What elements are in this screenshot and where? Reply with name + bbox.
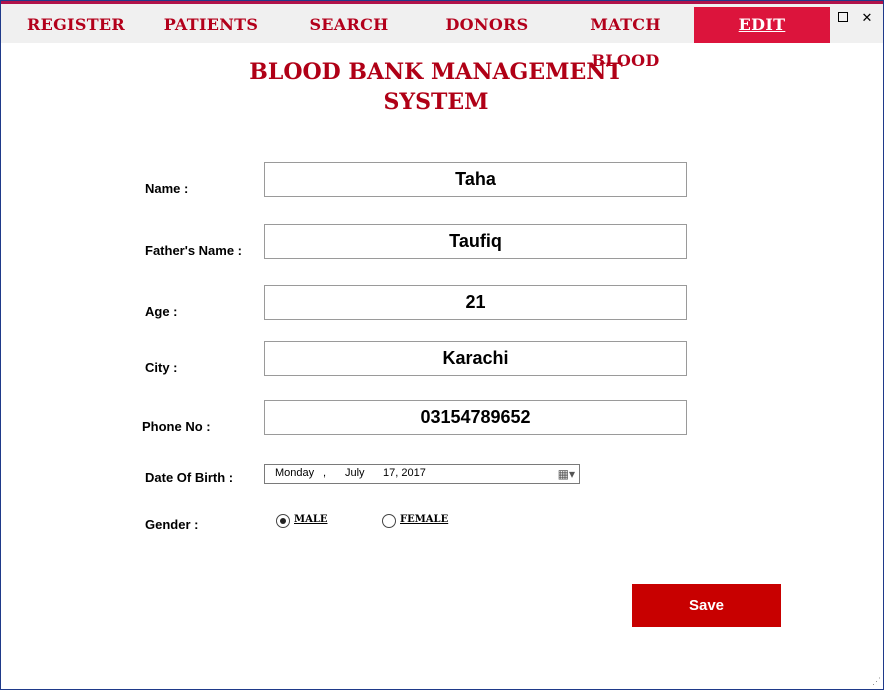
nav-edit[interactable]: EDIT [694, 7, 830, 43]
page-title: BLOOD BANK MANAGEMENT SYSTEM [236, 57, 636, 117]
age-field[interactable] [264, 285, 687, 320]
dob-month: July [345, 467, 365, 479]
nav-donors[interactable]: DONORS [427, 7, 547, 43]
close-button[interactable]: ✕ [859, 10, 875, 26]
resize-grip-icon[interactable]: ⋰ [872, 676, 881, 687]
phone-label: Phone No : [142, 419, 211, 434]
city-label: City : [145, 360, 178, 375]
title-line-2: SYSTEM [383, 89, 489, 115]
nav-match-blood[interactable]: MATCH BLOOD [559, 7, 692, 70]
gender-label: Gender : [145, 517, 199, 532]
phone-field[interactable] [264, 400, 687, 435]
dob-datepicker[interactable]: Monday , July 17, 2017 ▦▾ [264, 464, 580, 484]
nav-patients[interactable]: PATIENTS [151, 7, 271, 43]
name-label: Name : [145, 181, 189, 196]
father-name-label: Father's Name : [145, 243, 243, 258]
nav-bar: REGISTER PATIENTS SEARCH DONORS MATCH BL… [1, 4, 883, 70]
name-field[interactable] [264, 162, 687, 197]
age-label: Age : [145, 304, 178, 319]
title-line-1: BLOOD BANK MANAGEMENT [249, 59, 623, 85]
male-radio-label[interactable]: MALE [294, 514, 327, 525]
calendar-dropdown-icon[interactable]: ▦▾ [558, 467, 575, 481]
male-radio[interactable] [276, 514, 290, 528]
dob-day-year: 17, 2017 [383, 467, 426, 479]
dob-separator: , [323, 467, 327, 479]
dob-label: Date Of Birth : [145, 470, 234, 485]
father-name-field[interactable] [264, 224, 687, 259]
main-window: REGISTER PATIENTS SEARCH DONORS MATCH BL… [0, 0, 884, 690]
female-radio[interactable] [382, 514, 396, 528]
dob-weekday: Monday [275, 467, 315, 479]
maximize-button[interactable] [835, 10, 851, 26]
nav-search[interactable]: SEARCH [289, 7, 409, 43]
city-field[interactable] [264, 341, 687, 376]
female-radio-label[interactable]: FEMALE [400, 514, 448, 525]
maximize-icon [838, 12, 848, 22]
nav-register[interactable]: REGISTER [16, 7, 136, 43]
save-button[interactable]: Save [632, 584, 781, 627]
